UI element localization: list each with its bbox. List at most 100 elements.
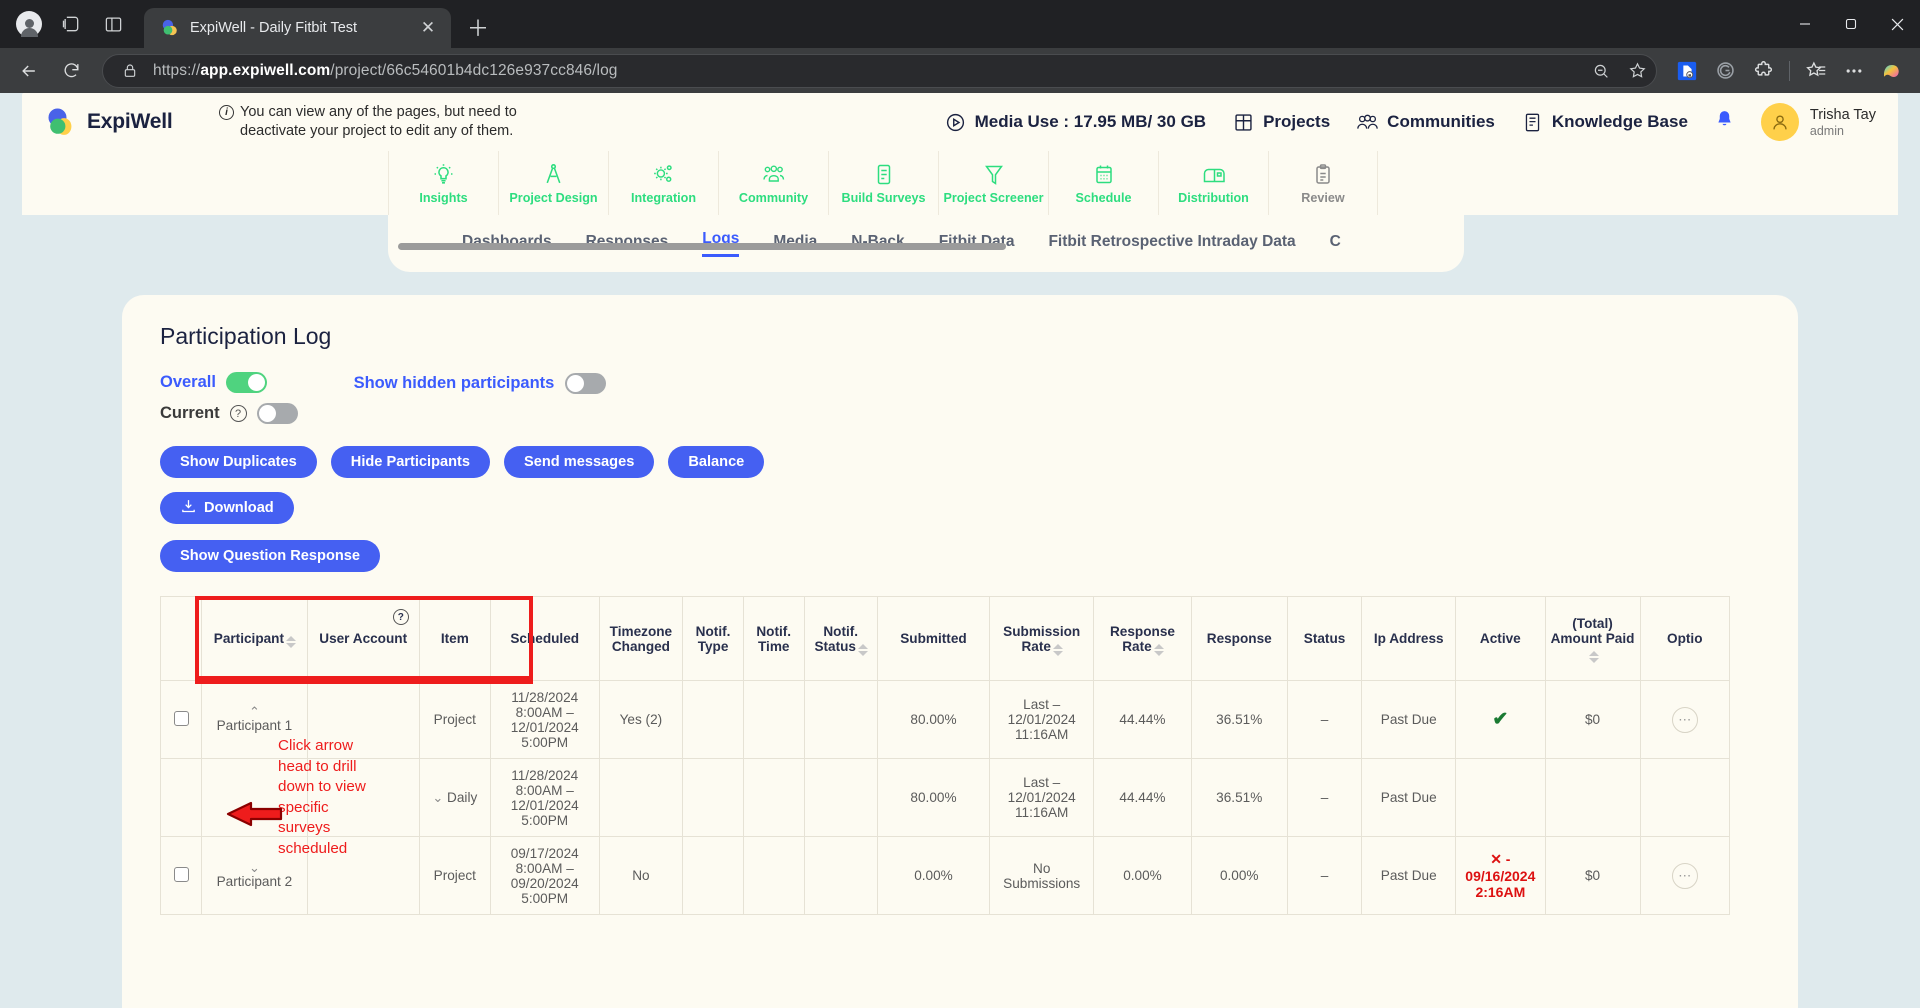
more-options-icon[interactable]: [1836, 54, 1872, 88]
sort-icon[interactable]: [858, 644, 867, 656]
cell-user-account: [307, 759, 419, 837]
new-tab-icon[interactable]: ＋: [461, 10, 495, 44]
sort-icon[interactable]: [1053, 644, 1062, 656]
cell-options[interactable]: ⋯: [1640, 837, 1729, 915]
show-duplicates-button[interactable]: Show Duplicates: [160, 446, 317, 478]
nav-integration[interactable]: Integration: [608, 151, 718, 215]
extensions-icon[interactable]: [1745, 54, 1781, 88]
th-participant[interactable]: Participant: [202, 597, 307, 681]
th-ip-address[interactable]: Ip Address: [1362, 597, 1456, 681]
toggle-overall[interactable]: Overall: [160, 372, 298, 393]
knowledge-base-label: Knowledge Base: [1552, 112, 1688, 132]
close-window-icon[interactable]: [1874, 0, 1920, 48]
nav-schedule[interactable]: Schedule: [1048, 151, 1158, 215]
media-use-indicator[interactable]: Media Use : 17.95 MB/ 30 GB: [944, 111, 1206, 134]
options-menu-icon[interactable]: ⋯: [1672, 707, 1698, 733]
nav-project-design[interactable]: Project Design: [498, 151, 608, 215]
scrollbar-thumb[interactable]: [398, 243, 1006, 250]
maximize-icon[interactable]: [1828, 0, 1874, 48]
grammarly-icon[interactable]: [1707, 54, 1743, 88]
back-arrow-icon[interactable]: [10, 54, 48, 88]
row-checkbox-cell[interactable]: [161, 837, 202, 915]
reload-icon[interactable]: [52, 54, 90, 88]
options-menu-icon[interactable]: ⋯: [1672, 863, 1698, 889]
zoom-out-icon[interactable]: [1588, 58, 1614, 84]
th-submission-rate[interactable]: Submission Rate: [990, 597, 1094, 681]
workspaces-icon[interactable]: [50, 3, 92, 45]
th-notif-time[interactable]: Notif. Time: [743, 597, 804, 681]
close-tab-icon[interactable]: ✕: [417, 17, 439, 39]
cell-notif-time: [743, 837, 804, 915]
balance-button[interactable]: Balance: [668, 446, 764, 478]
address-bar[interactable]: https://app.expiwell.com/project/66c5460…: [102, 54, 1657, 88]
th-active[interactable]: Active: [1456, 597, 1545, 681]
current-switch[interactable]: [257, 403, 298, 424]
browser-tab[interactable]: ExpiWell - Daily Fitbit Test ✕: [144, 8, 451, 48]
table-row[interactable]: ⌄ Daily 11/28/2024 8:00AM – 12/01/2024 5…: [161, 759, 1730, 837]
help-icon[interactable]: ?: [230, 405, 247, 422]
action-button-row: Show Duplicates Hide Participants Send m…: [122, 424, 882, 524]
nav-build-surveys[interactable]: Build Surveys: [828, 151, 938, 215]
table-row[interactable]: ⌃ Participant 1 Project 11/28/2024 8:00A…: [161, 681, 1730, 759]
nav-distribution[interactable]: Distribution: [1158, 151, 1268, 215]
cell-participant[interactable]: ⌃ Participant 1: [202, 681, 307, 759]
user-profile[interactable]: Trisha Tay admin: [1761, 103, 1876, 141]
toggle-show-hidden-participants[interactable]: Show hidden participants: [354, 372, 607, 394]
th-timezone-changed[interactable]: Timezone Changed: [599, 597, 683, 681]
cell-amount-paid: $0: [1545, 681, 1640, 759]
cell-item[interactable]: ⌄ Daily: [419, 759, 490, 837]
table-row[interactable]: ⌄ Participant 2 Project 09/17/2024 8:00A…: [161, 837, 1730, 915]
sort-icon[interactable]: [1154, 644, 1163, 656]
sort-icon[interactable]: [1589, 651, 1598, 663]
th-user-account[interactable]: ? User Account: [307, 597, 419, 681]
sort-icon[interactable]: [286, 636, 295, 648]
th-select-all[interactable]: [161, 597, 202, 681]
hide-participants-button[interactable]: Hide Participants: [331, 446, 490, 478]
send-messages-button[interactable]: Send messages: [504, 446, 654, 478]
profile-icon[interactable]: [8, 3, 50, 45]
minimize-icon[interactable]: [1782, 0, 1828, 48]
knowledge-base-link[interactable]: Knowledge Base: [1521, 111, 1688, 134]
th-item[interactable]: Item: [419, 597, 490, 681]
nav-insights[interactable]: Insights: [388, 151, 498, 215]
help-icon[interactable]: ?: [393, 609, 409, 625]
toggle-current[interactable]: Current ?: [160, 403, 298, 424]
row-checkbox[interactable]: [174, 867, 189, 882]
th-scheduled[interactable]: Scheduled: [490, 597, 599, 681]
th-options[interactable]: Optio: [1640, 597, 1729, 681]
notifications-bell-icon[interactable]: [1714, 108, 1735, 136]
projects-link[interactable]: Projects: [1232, 111, 1330, 134]
expand-caret-up-icon[interactable]: ⌃: [206, 706, 302, 718]
th-amount-paid[interactable]: (Total) Amount Paid: [1545, 597, 1640, 681]
th-notif-status[interactable]: Notif. Status: [804, 597, 877, 681]
th-response-rate[interactable]: Response Rate: [1094, 597, 1191, 681]
th-response[interactable]: Response: [1191, 597, 1287, 681]
star-icon[interactable]: [1624, 58, 1650, 84]
row-checkbox[interactable]: [174, 711, 189, 726]
nav-community[interactable]: Community: [718, 151, 828, 215]
communities-link[interactable]: Communities: [1356, 111, 1495, 134]
download-button[interactable]: Download: [160, 492, 294, 524]
row-checkbox-cell[interactable]: [161, 681, 202, 759]
sub-tab-scrollbar[interactable]: [388, 243, 1464, 250]
row-checkbox-cell[interactable]: [161, 759, 202, 837]
th-status[interactable]: Status: [1287, 597, 1361, 681]
expand-caret-down-icon[interactable]: ⌄: [206, 862, 302, 874]
header-nav: Media Use : 17.95 MB/ 30 GB Projects: [944, 103, 1876, 141]
expand-caret-down-icon[interactable]: ⌄: [432, 790, 443, 805]
cell-participant[interactable]: ⌄ Participant 2: [202, 837, 307, 915]
overall-switch[interactable]: [226, 372, 267, 393]
cell-options[interactable]: ⋯: [1640, 681, 1729, 759]
show-question-response-button[interactable]: Show Question Response: [160, 540, 380, 572]
collections-icon[interactable]: [1798, 54, 1834, 88]
th-notif-type[interactable]: Notif. Type: [683, 597, 744, 681]
th-submitted[interactable]: Submitted: [877, 597, 989, 681]
nav-project-screener[interactable]: Project Screener: [938, 151, 1048, 215]
nav-review[interactable]: Review: [1268, 151, 1378, 215]
expiwell-logo[interactable]: ExpiWell: [44, 105, 219, 139]
show-hidden-participants-switch[interactable]: [565, 373, 606, 394]
copilot-icon[interactable]: [1874, 54, 1910, 88]
lock-icon[interactable]: [117, 58, 143, 84]
split-screen-icon[interactable]: [92, 3, 134, 45]
password-manager-icon[interactable]: [1669, 54, 1705, 88]
